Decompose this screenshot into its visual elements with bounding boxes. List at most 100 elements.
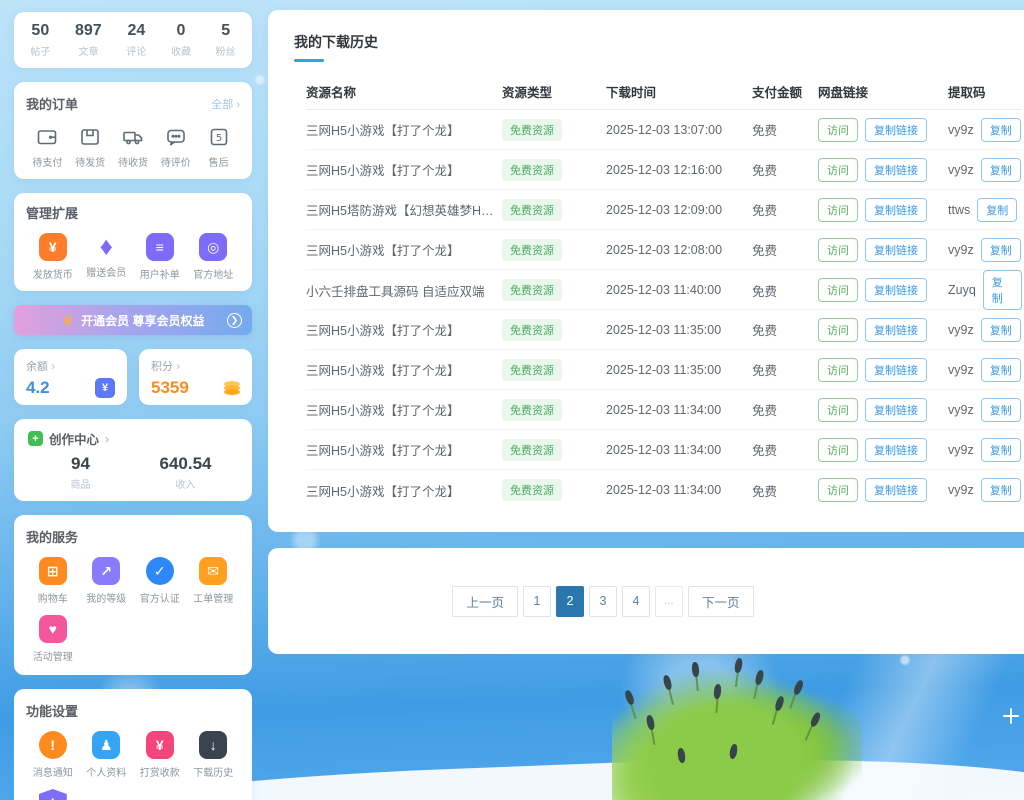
order-item-pending-shipment[interactable]: 待发货 bbox=[69, 125, 112, 169]
copy-code-button[interactable]: 复制 bbox=[983, 270, 1022, 310]
resource-name[interactable]: 三网H5小游戏【打了个龙】 bbox=[306, 400, 502, 419]
resource-name[interactable]: 三网H5小游戏【打了个龙】 bbox=[306, 120, 502, 139]
vip-banner[interactable]: ♛ 开通会员 尊享会员权益 ❯ bbox=[14, 305, 252, 335]
management-card: 管理扩展 ¥ 发放货币 ♦ 赠送会员 ≡ 用户补单 ◎ 官方地址 bbox=[14, 193, 252, 291]
order-item-pending-review[interactable]: 待评价 bbox=[154, 125, 197, 169]
arrow-right-icon[interactable]: ❯ bbox=[227, 313, 242, 328]
copy-link-button[interactable]: 复制链接 bbox=[865, 118, 927, 142]
creation-center-card[interactable]: + 创作中心 › 94商品 640.54收入 bbox=[14, 419, 252, 501]
visit-button[interactable]: 访问 bbox=[818, 238, 858, 262]
order-item-aftersale[interactable]: 5 售后 bbox=[197, 125, 240, 169]
page-button-3[interactable]: 3 bbox=[589, 586, 617, 617]
visit-button[interactable]: 访问 bbox=[818, 158, 858, 182]
order-item-label: 待评价 bbox=[161, 154, 191, 169]
service-item-level[interactable]: ↗ 我的等级 bbox=[80, 557, 134, 605]
copy-link-button[interactable]: 复制链接 bbox=[865, 238, 927, 262]
service-item-tickets[interactable]: ✉ 工单管理 bbox=[187, 557, 241, 605]
visit-button[interactable]: 访问 bbox=[818, 398, 858, 422]
mgmt-item-official-address[interactable]: ◎ 官方地址 bbox=[187, 233, 241, 281]
resource-name[interactable]: 三网H5小游戏【打了个龙】 bbox=[306, 440, 502, 459]
setting-item-download-history[interactable]: ↓ 下载历史 bbox=[187, 731, 241, 779]
copy-code-button[interactable]: 复制 bbox=[981, 158, 1021, 182]
resource-type-badge: 免费资源 bbox=[502, 479, 562, 501]
service-item-activities[interactable]: ♥ 活动管理 bbox=[26, 615, 80, 663]
resource-name[interactable]: 小六壬排盘工具源码 自适应双端 bbox=[306, 281, 502, 300]
payment-amount: 免费 bbox=[752, 120, 818, 139]
order-item-pending-payment[interactable]: 待支付 bbox=[26, 125, 69, 169]
mgmt-item-user-reorder[interactable]: ≡ 用户补单 bbox=[133, 233, 187, 281]
points-card[interactable]: 积分 › 5359 bbox=[139, 349, 252, 405]
copy-link-button[interactable]: 复制链接 bbox=[865, 318, 927, 342]
stat-fans[interactable]: 5粉丝 bbox=[216, 22, 236, 58]
setting-item-profile[interactable]: ♟ 个人资料 bbox=[80, 731, 134, 779]
prev-page-button[interactable]: 上一页 bbox=[452, 586, 518, 617]
resource-name[interactable]: 三网H5小游戏【打了个龙】 bbox=[306, 320, 502, 339]
setting-item-rewards[interactable]: ¥ 打赏收款 bbox=[133, 731, 187, 779]
creation-center-icon: + bbox=[28, 431, 43, 446]
download-time: 2025-12-03 11:35:00 bbox=[606, 323, 752, 337]
resource-type-badge: 免费资源 bbox=[502, 159, 562, 181]
copy-code-button[interactable]: 复制 bbox=[981, 478, 1021, 502]
services-title: 我的服务 bbox=[26, 530, 78, 545]
pagination: 上一页 1 2 3 4 ... 下一页 bbox=[452, 586, 753, 617]
mgmt-item-issue-currency[interactable]: ¥ 发放货币 bbox=[26, 233, 80, 281]
next-page-button[interactable]: 下一页 bbox=[688, 586, 754, 617]
copy-link-button[interactable]: 复制链接 bbox=[865, 478, 927, 502]
visit-button[interactable]: 访问 bbox=[818, 438, 858, 462]
copy-link-button[interactable]: 复制链接 bbox=[865, 438, 927, 462]
service-item-label: 工单管理 bbox=[193, 590, 233, 605]
setting-item-label: 消息通知 bbox=[33, 764, 73, 779]
resource-name[interactable]: 三网H5小游戏【打了个龙】 bbox=[306, 481, 502, 500]
service-item-cart[interactable]: ⊞ 购物车 bbox=[26, 557, 80, 605]
stat-posts[interactable]: 50帖子 bbox=[30, 22, 50, 58]
points-label: 积分 bbox=[151, 361, 173, 373]
function-settings-card: 功能设置 ! 消息通知 ♟ 个人资料 ¥ 打赏收款 ↓ 下载历史 ! 账户安全 bbox=[14, 689, 252, 800]
copy-link-button[interactable]: 复制链接 bbox=[865, 158, 927, 182]
download-history-panel: 我的下载历史 资源名称 资源类型 下载时间 支付金额 网盘链接 提取码 三网H5… bbox=[268, 10, 1024, 532]
stat-favorites[interactable]: 0收藏 bbox=[171, 22, 191, 58]
stat-label: 评论 bbox=[126, 43, 146, 58]
copy-code-button[interactable]: 复制 bbox=[981, 118, 1021, 142]
setting-item-notifications[interactable]: ! 消息通知 bbox=[26, 731, 80, 779]
copy-code-button[interactable]: 复制 bbox=[981, 238, 1021, 262]
page-button-1[interactable]: 1 bbox=[523, 586, 551, 617]
resource-name[interactable]: 三网H5塔防游戏【幻想英雄梦H5】 bbox=[306, 200, 502, 219]
mgmt-item-gift-membership[interactable]: ♦ 赠送会员 bbox=[80, 233, 134, 281]
stat-articles[interactable]: 897文章 bbox=[75, 22, 102, 58]
cart-icon: ⊞ bbox=[39, 557, 67, 585]
download-time: 2025-12-03 11:34:00 bbox=[606, 403, 752, 417]
flower-plant-decor bbox=[612, 660, 862, 800]
copy-link-button[interactable]: 复制链接 bbox=[865, 198, 927, 222]
copy-link-button[interactable]: 复制链接 bbox=[865, 398, 927, 422]
copy-code-button[interactable]: 复制 bbox=[981, 438, 1021, 462]
orders-all-link[interactable]: 全部 › bbox=[211, 96, 240, 112]
visit-button[interactable]: 访问 bbox=[818, 478, 858, 502]
copy-link-button[interactable]: 复制链接 bbox=[865, 278, 927, 302]
resource-name[interactable]: 三网H5小游戏【打了个龙】 bbox=[306, 360, 502, 379]
visit-button[interactable]: 访问 bbox=[818, 318, 858, 342]
vip-banner-text: 开通会员 尊享会员权益 bbox=[81, 312, 204, 329]
stat-comments[interactable]: 24评论 bbox=[126, 22, 146, 58]
copy-link-button[interactable]: 复制链接 bbox=[865, 358, 927, 382]
page-button-4[interactable]: 4 bbox=[622, 586, 650, 617]
copy-code-button[interactable]: 复制 bbox=[981, 398, 1021, 422]
service-item-verified[interactable]: ✓ 官方认证 bbox=[133, 557, 187, 605]
extract-code: vy9z bbox=[948, 323, 974, 337]
visit-button[interactable]: 访问 bbox=[818, 198, 858, 222]
visit-button[interactable]: 访问 bbox=[818, 358, 858, 382]
balance-card[interactable]: 余额 › 4.2 ¥ bbox=[14, 349, 127, 405]
resource-name[interactable]: 三网H5小游戏【打了个龙】 bbox=[306, 160, 502, 179]
order-item-pending-receipt[interactable]: 待收货 bbox=[112, 125, 155, 169]
copy-code-button[interactable]: 复制 bbox=[981, 318, 1021, 342]
service-item-label: 官方认证 bbox=[140, 590, 180, 605]
setting-item-security[interactable]: ! 账户安全 bbox=[26, 789, 80, 800]
page-button-2-active[interactable]: 2 bbox=[556, 586, 584, 617]
management-title: 管理扩展 bbox=[26, 206, 78, 221]
tab-download-history[interactable]: 我的下载历史 bbox=[294, 32, 378, 52]
visit-button[interactable]: 访问 bbox=[818, 278, 858, 302]
visit-button[interactable]: 访问 bbox=[818, 118, 858, 142]
resource-name[interactable]: 三网H5小游戏【打了个龙】 bbox=[306, 240, 502, 259]
copy-code-button[interactable]: 复制 bbox=[977, 198, 1017, 222]
copy-code-button[interactable]: 复制 bbox=[981, 358, 1021, 382]
star-sparkle-decor bbox=[1003, 708, 1019, 724]
